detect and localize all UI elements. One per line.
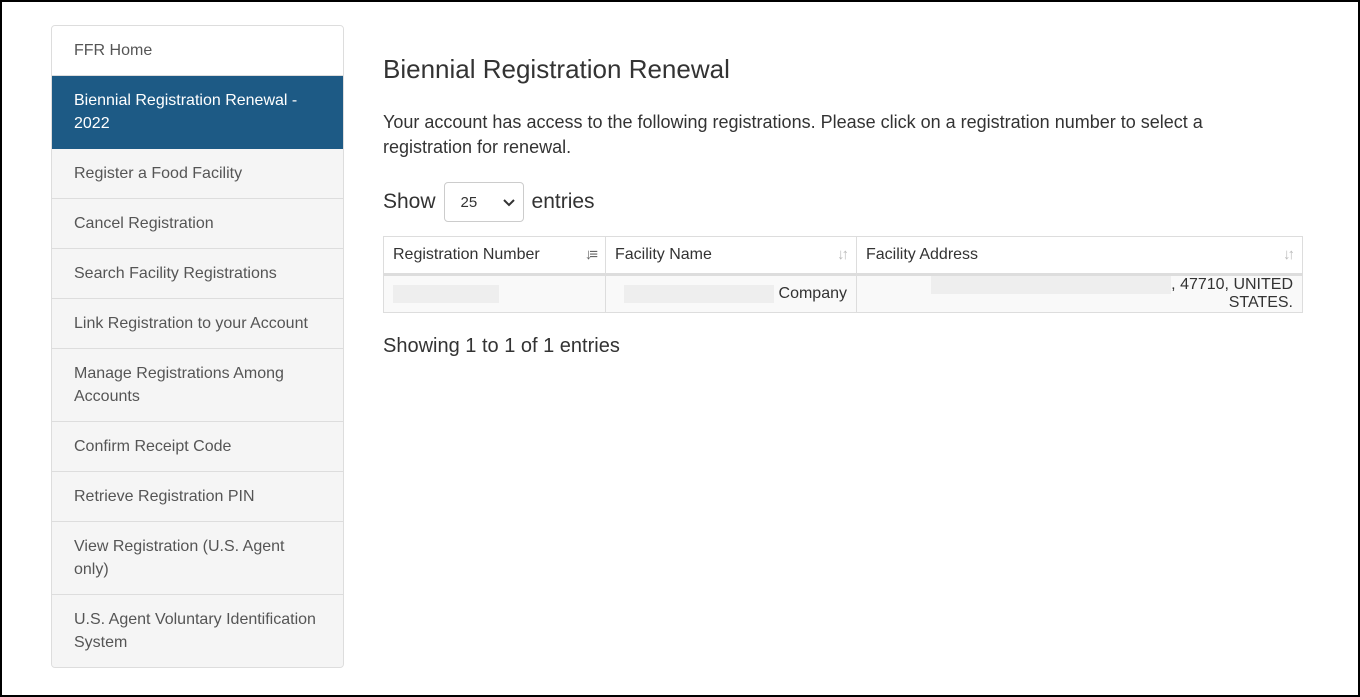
column-header-registration-number[interactable]: Registration Number ↓≡ xyxy=(383,236,606,276)
sidebar-item-register-facility[interactable]: Register a Food Facility xyxy=(52,149,343,199)
registration-number-cell[interactable] xyxy=(383,273,606,314)
sidebar-item-confirm-receipt[interactable]: Confirm Receipt Code xyxy=(52,422,343,472)
sidebar-item-search-registrations[interactable]: Search Facility Registrations xyxy=(52,249,343,299)
page-title: Biennial Registration Renewal xyxy=(383,54,730,84)
sidebar-item-view-registration[interactable]: View Registration (U.S. Agent only) xyxy=(52,522,343,595)
chevron-down-icon xyxy=(502,194,515,211)
sort-ascending-icon: ↓≡ xyxy=(584,246,598,263)
sidebar-item-ffr-home[interactable]: FFR Home xyxy=(52,26,343,76)
column-header-facility-name[interactable]: Facility Name ↓↑ xyxy=(605,236,857,276)
main-content: Biennial Registration Renewal Your accou… xyxy=(383,52,1303,358)
sidebar-item-biennial-renewal[interactable]: Biennial Registration Renewal - 2022 xyxy=(52,76,343,149)
sidebar-item-retrieve-pin[interactable]: Retrieve Registration PIN xyxy=(52,472,343,522)
redacted-text xyxy=(624,285,775,303)
entries-length-control: Show 25 entries xyxy=(383,182,1303,222)
sidebar-item-us-agent-vis[interactable]: U.S. Agent Voluntary Identification Syst… xyxy=(52,595,343,667)
sidebar-item-cancel-registration[interactable]: Cancel Registration xyxy=(52,199,343,249)
table-info: Showing 1 to 1 of 1 entries xyxy=(383,335,620,358)
entries-per-page-value: 25 xyxy=(460,193,478,211)
facility-name-cell: Company xyxy=(605,273,857,314)
sort-both-icon: ↓↑ xyxy=(837,246,849,263)
redacted-text xyxy=(931,276,1172,294)
facility-address-cell: , 47710, UNITED STATES. xyxy=(856,273,1303,314)
column-header-facility-address[interactable]: Facility Address ↓↑ xyxy=(856,236,1303,276)
page-description: Your account has access to the following… xyxy=(383,112,1203,157)
table-row: Company , 47710, UNITED STATES. xyxy=(383,273,1303,314)
entries-label: entries xyxy=(531,190,595,213)
sidebar-nav: FFR Home Biennial Registration Renewal -… xyxy=(51,25,344,668)
entries-per-page-select[interactable]: 25 xyxy=(443,182,524,222)
show-label: Show xyxy=(383,190,436,213)
sort-both-icon: ↓↑ xyxy=(1283,246,1295,263)
sidebar-item-manage-registrations[interactable]: Manage Registrations Among Accounts xyxy=(52,349,343,422)
registrations-table: Registration Number ↓≡ Facility Name ↓↑ … xyxy=(383,236,1303,314)
redacted-registration-number[interactable] xyxy=(393,285,499,303)
sidebar-item-link-registration[interactable]: Link Registration to your Account xyxy=(52,299,343,349)
